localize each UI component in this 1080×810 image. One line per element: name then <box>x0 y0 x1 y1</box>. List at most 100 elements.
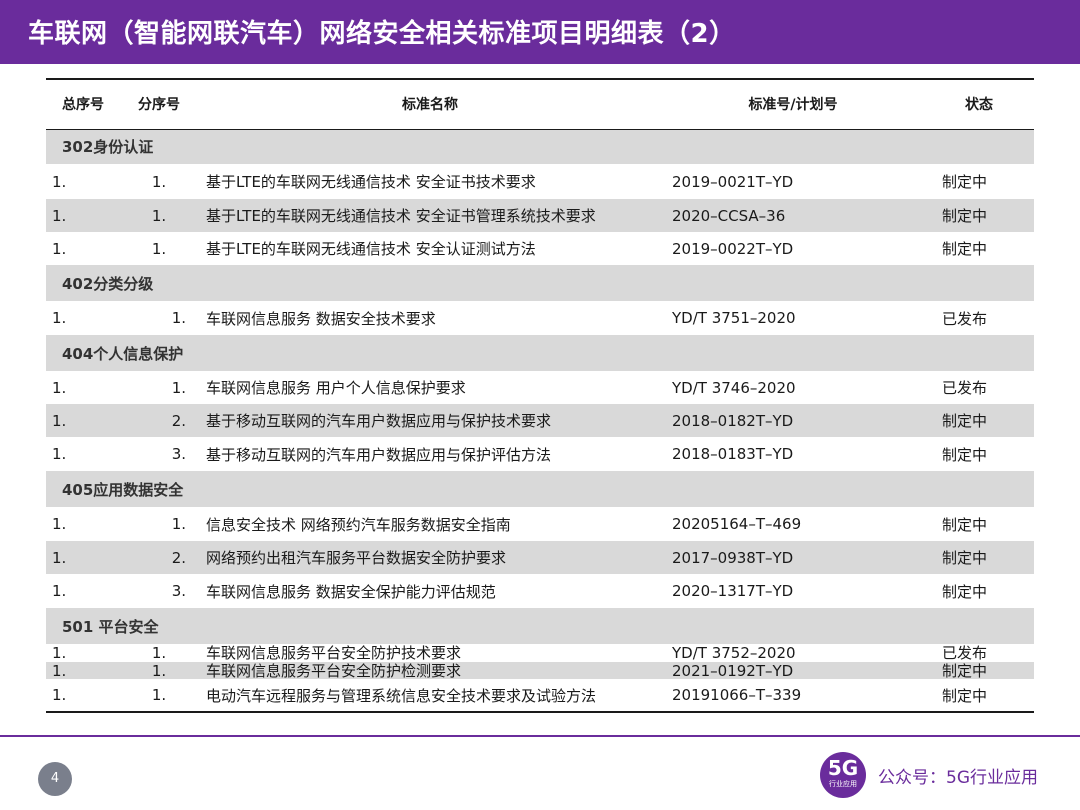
row-name: 基于LTE的车联网无线通信技术 安全证书技术要求 <box>206 173 536 191</box>
row-name: 车联网信息服务 数据安全保护能力评估规范 <box>206 582 496 601</box>
table-row: 1. 1. 车联网信息服务平台安全防护检测要求 2021–0192T–YD 制定… <box>46 662 1034 679</box>
row-name: 电动汽车远程服务与管理系统信息安全技术要求及试验方法 <box>206 686 597 705</box>
row-sub: 1. <box>151 239 167 258</box>
page-title: 车联网（智能网联汽车）网络安全相关标准项目明细表（2） <box>28 19 736 49</box>
page-number-badge: 4 <box>38 762 72 796</box>
row-status: 制定中 <box>942 240 988 258</box>
table-row: 1. 1. 基于LTE的车联网无线通信技术 安全认证测试方法 2019–0022… <box>46 232 1034 265</box>
row-status: 制定中 <box>942 582 988 601</box>
row-sub: 2. <box>171 411 186 430</box>
row-status: 已发布 <box>942 379 988 397</box>
row-code: YD/T 3746–2020 <box>672 378 796 397</box>
column-header-seq: 总序号 <box>46 79 120 130</box>
row-sub: 1. <box>151 206 167 225</box>
row-status: 已发布 <box>942 644 988 662</box>
row-status: 制定中 <box>942 412 988 430</box>
standards-table: 总序号 分序号 标准名称 标准号/计划号 状态 302身份认证 1. 1. 基于… <box>46 78 1034 713</box>
section-title: 405应用数据安全 <box>62 480 184 499</box>
row-status: 制定中 <box>942 662 988 679</box>
section-row-501: 501 平台安全 <box>46 608 1034 644</box>
row-code: 20205164–T–469 <box>672 515 802 533</box>
row-status: 制定中 <box>942 686 988 705</box>
section-title: 402分类分级 <box>62 274 154 293</box>
column-header-sub: 分序号 <box>120 79 198 130</box>
logo-sub-text: 行业应用 <box>829 780 857 788</box>
row-status: 制定中 <box>942 549 988 567</box>
table-row: 1. 3. 车联网信息服务 数据安全保护能力评估规范 2020–1317T–YD… <box>46 574 1034 608</box>
row-sub: 1. <box>171 515 186 533</box>
row-sub: 1. <box>151 662 167 679</box>
row-status: 制定中 <box>942 515 988 534</box>
header-bar: 车联网（智能网联汽车）网络安全相关标准项目明细表（2） <box>0 0 1080 64</box>
section-title: 501 平台安全 <box>62 617 159 636</box>
row-code: 20191066–T–339 <box>672 686 802 704</box>
row-seq: 1. <box>52 582 67 600</box>
row-seq: 1. <box>52 644 67 662</box>
row-seq: 1. <box>52 515 67 533</box>
table-row: 1. 3. 基于移动互联网的汽车用户数据应用与保护评估方法 2018–0183T… <box>46 437 1034 471</box>
section-title: 302身份认证 <box>62 138 154 157</box>
row-seq: 1. <box>52 686 67 704</box>
row-name: 基于移动互联网的汽车用户数据应用与保护技术要求 <box>206 412 552 430</box>
row-status: 制定中 <box>942 173 988 191</box>
footer-account-label: 公众号：5G行业应用 <box>878 768 1038 788</box>
row-sub: 1. <box>171 378 186 397</box>
row-name: 信息安全技术 网络预约汽车服务数据安全指南 <box>206 515 511 534</box>
column-header-name: 标准名称 <box>198 79 662 130</box>
row-status: 已发布 <box>942 309 988 328</box>
row-code: 2017–0938T–YD <box>672 548 794 567</box>
footer-divider <box>0 735 1080 737</box>
row-name: 车联网信息服务 数据安全技术要求 <box>206 309 436 328</box>
row-seq: 1. <box>52 662 67 679</box>
table-row: 1. 1. 车联网信息服务 用户个人信息保护要求 YD/T 3746–2020 … <box>46 371 1034 404</box>
row-code: 2021–0192T–YD <box>672 662 794 679</box>
row-seq: 1. <box>52 172 67 191</box>
section-row-402: 402分类分级 <box>46 265 1034 301</box>
table-row: 1. 2. 网络预约出租汽车服务平台数据安全防护要求 2017–0938T–YD… <box>46 541 1034 574</box>
row-sub: 2. <box>171 548 186 567</box>
table-row: 1. 1. 电动汽车远程服务与管理系统信息安全技术要求及试验方法 2019106… <box>46 679 1034 712</box>
row-name: 网络预约出租汽车服务平台数据安全防护要求 <box>206 549 507 567</box>
row-name: 基于移动互联网的汽车用户数据应用与保护评估方法 <box>206 445 552 464</box>
row-code: 2018–0182T–YD <box>672 411 794 430</box>
column-header-status: 状态 <box>924 79 1034 130</box>
row-sub: 1. <box>151 644 167 662</box>
row-code: YD/T 3752–2020 <box>672 644 796 662</box>
row-name: 基于LTE的车联网无线通信技术 安全证书管理系统技术要求 <box>206 207 596 225</box>
row-seq: 1. <box>52 548 67 567</box>
row-status: 制定中 <box>942 445 988 464</box>
row-name: 车联网信息服务平台安全防护检测要求 <box>206 662 462 679</box>
row-status: 制定中 <box>942 207 988 225</box>
row-code: 2019–0021T–YD <box>672 172 794 191</box>
5g-logo-icon: 5G 行业应用 <box>820 752 866 798</box>
table-row: 1. 1. 基于LTE的车联网无线通信技术 安全证书技术要求 2019–0021… <box>46 164 1034 199</box>
row-seq: 1. <box>52 378 67 397</box>
section-row-405: 405应用数据安全 <box>46 471 1034 507</box>
row-code: 2020–CCSA–36 <box>672 206 786 225</box>
section-row-302: 302身份认证 <box>46 129 1034 164</box>
row-seq: 1. <box>52 445 67 463</box>
section-title: 404个人信息保护 <box>62 344 184 363</box>
column-header-code: 标准号/计划号 <box>662 79 924 130</box>
section-row-404: 404个人信息保护 <box>46 335 1034 371</box>
table-header-row: 总序号 分序号 标准名称 标准号/计划号 状态 <box>46 79 1034 130</box>
row-sub: 3. <box>171 445 186 463</box>
row-seq: 1. <box>52 206 67 225</box>
row-code: YD/T 3751–2020 <box>672 309 796 327</box>
row-code: 2020–1317T–YD <box>672 582 794 600</box>
row-code: 2018–0183T–YD <box>672 445 794 463</box>
row-seq: 1. <box>52 411 67 430</box>
logo-main-text: 5G <box>827 756 859 780</box>
row-seq: 1. <box>52 239 67 258</box>
table-row: 1. 1. 信息安全技术 网络预约汽车服务数据安全指南 20205164–T–4… <box>46 507 1034 541</box>
table-row: 1. 2. 基于移动互联网的汽车用户数据应用与保护技术要求 2018–0182T… <box>46 404 1034 437</box>
table-row: 1. 1. 车联网信息服务平台安全防护技术要求 YD/T 3752–2020 已… <box>46 644 1034 662</box>
table-row: 1. 1. 基于LTE的车联网无线通信技术 安全证书管理系统技术要求 2020–… <box>46 199 1034 232</box>
row-sub: 3. <box>171 582 186 600</box>
row-name: 车联网信息服务平台安全防护技术要求 <box>206 644 462 662</box>
row-sub: 1. <box>151 172 167 191</box>
row-name: 车联网信息服务 用户个人信息保护要求 <box>206 379 466 397</box>
table-row: 1. 1. 车联网信息服务 数据安全技术要求 YD/T 3751–2020 已发… <box>46 301 1034 335</box>
row-seq: 1. <box>52 309 67 327</box>
row-code: 2019–0022T–YD <box>672 239 794 258</box>
